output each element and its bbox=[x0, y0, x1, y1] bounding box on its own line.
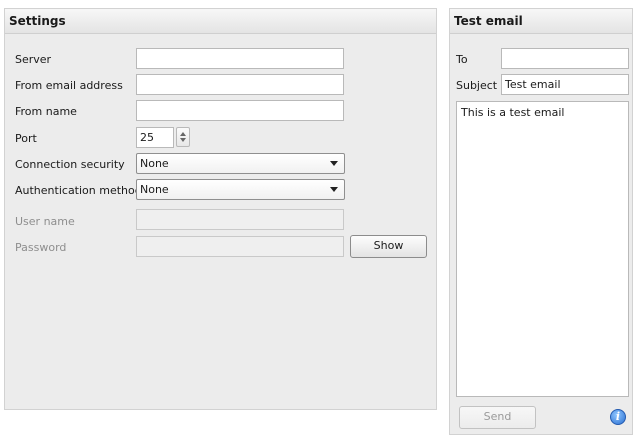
show-password-button[interactable]: Show bbox=[350, 235, 427, 258]
connection-security-select[interactable]: None bbox=[136, 153, 345, 174]
email-body-textarea[interactable]: This is a test email bbox=[456, 101, 629, 397]
info-icon[interactable]: i bbox=[610, 409, 626, 425]
from-email-label: From email address bbox=[15, 79, 123, 92]
from-name-input[interactable] bbox=[136, 100, 344, 121]
authentication-method-value: None bbox=[140, 183, 169, 196]
port-input[interactable]: 25 bbox=[136, 127, 174, 148]
password-input[interactable] bbox=[136, 236, 344, 257]
password-label: Password bbox=[15, 241, 67, 254]
username-label: User name bbox=[15, 215, 75, 228]
subject-input[interactable]: Test email bbox=[501, 74, 629, 95]
username-input[interactable] bbox=[136, 209, 344, 230]
chevron-down-icon bbox=[330, 187, 338, 192]
test-email-panel: Test email To Subject Test email This is… bbox=[449, 8, 633, 435]
to-input[interactable] bbox=[501, 48, 629, 69]
test-email-title: Test email bbox=[450, 9, 632, 34]
send-button[interactable]: Send bbox=[459, 406, 536, 429]
settings-panel: Settings Server From email address From … bbox=[4, 8, 437, 410]
authentication-method-select[interactable]: None bbox=[136, 179, 345, 200]
connection-security-value: None bbox=[140, 157, 169, 170]
authentication-method-label: Authentication method bbox=[15, 184, 142, 197]
port-label: Port bbox=[15, 132, 37, 145]
settings-title: Settings bbox=[5, 9, 436, 34]
from-email-input[interactable] bbox=[136, 74, 344, 95]
server-input[interactable] bbox=[136, 48, 344, 69]
stepper-up-icon[interactable] bbox=[180, 132, 186, 136]
connection-security-label: Connection security bbox=[15, 158, 125, 171]
to-label: To bbox=[456, 53, 468, 66]
from-name-label: From name bbox=[15, 105, 77, 118]
subject-label: Subject bbox=[456, 79, 498, 92]
server-label: Server bbox=[15, 53, 52, 66]
stepper-down-icon[interactable] bbox=[180, 138, 186, 142]
chevron-down-icon bbox=[330, 161, 338, 166]
port-stepper[interactable] bbox=[176, 127, 190, 147]
